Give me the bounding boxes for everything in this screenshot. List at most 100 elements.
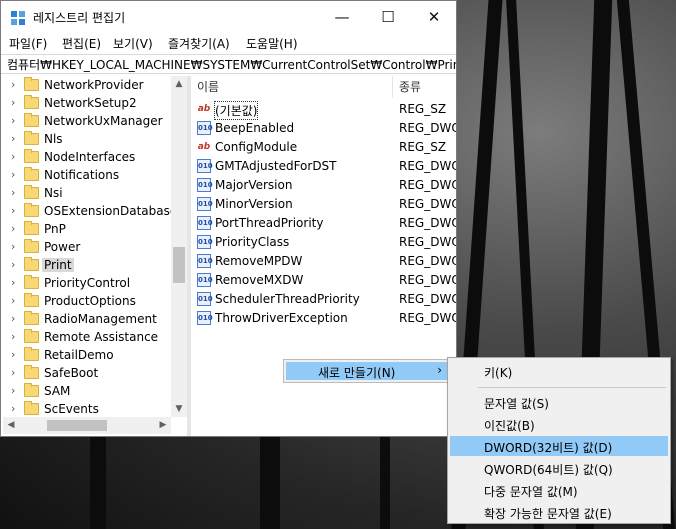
value-row[interactable]: 010SchedulerThreadPriority REG_DWORD xyxy=(191,290,456,309)
scroll-down-arrow-icon[interactable]: ▼ xyxy=(171,401,187,417)
expand-chevron-icon[interactable]: › xyxy=(11,312,15,325)
tree-item-label: SafeBoot xyxy=(44,366,99,380)
folder-icon xyxy=(24,311,39,325)
scroll-left-arrow-icon[interactable]: ◀ xyxy=(3,417,19,434)
tree-item-label: OSExtensionDatabase xyxy=(44,204,178,218)
tree-item[interactable]: › RetailDemo xyxy=(3,347,171,365)
menu-view[interactable]: 보기(V) xyxy=(113,35,153,52)
tree-horizontal-scrollbar[interactable]: ◀ ▶ xyxy=(3,417,171,434)
expand-chevron-icon[interactable]: › xyxy=(11,384,15,397)
tree-item[interactable]: › SAM xyxy=(3,383,171,401)
tree-item[interactable]: › Notifications xyxy=(3,167,171,185)
expand-chevron-icon[interactable]: › xyxy=(11,222,15,235)
expand-chevron-icon[interactable]: › xyxy=(11,366,15,379)
value-row[interactable]: 010BeepEnabled REG_DWORD xyxy=(191,119,456,138)
binary-value-icon: 010 xyxy=(197,235,213,249)
folder-icon xyxy=(24,113,39,127)
tree-item[interactable]: › SafeBoot xyxy=(3,365,171,383)
tree-item[interactable]: › NodeInterfaces xyxy=(3,149,171,167)
tree-item-label: NodeInterfaces xyxy=(44,150,136,164)
folder-icon xyxy=(24,275,39,289)
submenu-item[interactable]: QWORD(64비트) 값(Q) xyxy=(450,458,668,478)
expand-chevron-icon[interactable]: › xyxy=(11,186,15,199)
menu-favorites[interactable]: 즐겨찾기(A) xyxy=(168,35,230,52)
expand-chevron-icon[interactable]: › xyxy=(11,348,15,361)
tree-item[interactable]: › Nsi xyxy=(3,185,171,203)
value-row[interactable]: 010RemoveMXDW REG_DWORD xyxy=(191,271,456,290)
expand-chevron-icon[interactable]: › xyxy=(11,78,15,91)
scroll-thumb[interactable] xyxy=(173,247,185,283)
submenu-item[interactable]: 다중 문자열 값(M) xyxy=(450,480,668,500)
submenu-item[interactable]: 이진값(B) xyxy=(450,414,668,434)
folder-icon xyxy=(24,293,39,307)
folder-icon xyxy=(24,167,39,181)
menu-bar: 파일(F) 편집(E) 보기(V) 즐겨찾기(A) 도움말(H) xyxy=(1,33,456,53)
tree-item-label: SAM xyxy=(44,384,71,398)
value-row[interactable]: ab ConfigModule REG_SZ xyxy=(191,138,456,157)
expand-chevron-icon[interactable]: › xyxy=(11,150,15,163)
expand-chevron-icon[interactable]: › xyxy=(11,204,15,217)
value-type: REG_DWORD xyxy=(399,292,456,306)
value-name: RemoveMXDW xyxy=(215,273,304,287)
scroll-up-arrow-icon[interactable]: ▲ xyxy=(171,76,187,92)
value-row[interactable]: 010MinorVersion REG_DWORD xyxy=(191,195,456,214)
submenu-item-label: 이진값(B) xyxy=(484,419,535,433)
expand-chevron-icon[interactable]: › xyxy=(11,276,15,289)
maximize-button[interactable]: ☐ xyxy=(365,1,411,33)
folder-icon xyxy=(24,383,39,397)
submenu-item[interactable]: 키(K) xyxy=(450,361,668,381)
scroll-thumb[interactable] xyxy=(47,420,107,431)
expand-chevron-icon[interactable]: › xyxy=(11,132,15,145)
tree-item[interactable]: › ProductOptions xyxy=(3,293,171,311)
column-header-name[interactable]: 이름 xyxy=(191,76,393,98)
submenu-item[interactable]: DWORD(32비트) 값(D) xyxy=(450,436,668,456)
menu-edit[interactable]: 편집(E) xyxy=(62,35,101,52)
tree-item[interactable]: › Power xyxy=(3,239,171,257)
tree-item-label: Print xyxy=(42,258,74,272)
title-bar[interactable]: 레지스트리 편집기 — ☐ ✕ xyxy=(1,1,456,33)
column-header-type[interactable]: 종류 xyxy=(393,76,456,98)
expand-chevron-icon[interactable]: › xyxy=(11,240,15,253)
value-row[interactable]: 010ThrowDriverException REG_DWORD xyxy=(191,309,456,328)
scroll-right-arrow-icon[interactable]: ▶ xyxy=(155,417,171,434)
value-row[interactable]: ab (기본값) REG_SZ xyxy=(191,100,456,120)
tree-item[interactable]: › NetworkUxManager xyxy=(3,113,171,131)
value-row[interactable]: 010MajorVersion REG_DWORD xyxy=(191,176,456,195)
tree-item-label: ScEvents xyxy=(44,402,99,416)
value-row[interactable]: 010PortThreadPriority REG_DWORD xyxy=(191,214,456,233)
expand-chevron-icon[interactable]: › xyxy=(11,96,15,109)
menu-help[interactable]: 도움말(H) xyxy=(246,35,298,52)
expand-chevron-icon[interactable]: › xyxy=(11,114,15,127)
value-row[interactable]: 010PriorityClass REG_DWORD xyxy=(191,233,456,252)
tree-item[interactable]: › Remote Assistance xyxy=(3,329,171,347)
binary-value-icon: 010 xyxy=(197,254,213,268)
expand-chevron-icon[interactable]: › xyxy=(11,330,15,343)
binary-value-icon: 010 xyxy=(197,197,213,211)
expand-chevron-icon[interactable]: › xyxy=(11,258,15,271)
value-row[interactable]: 010GMTAdjustedForDST REG_DWORD xyxy=(191,157,456,176)
submenu-item-label: QWORD(64비트) 값(Q) xyxy=(484,463,613,477)
tree-item[interactable]: › Nls xyxy=(3,131,171,149)
minimize-button[interactable]: — xyxy=(319,1,365,33)
tree-vertical-scrollbar[interactable]: ▲ ▼ xyxy=(171,76,187,417)
tree-item[interactable]: › NetworkSetup2 xyxy=(3,95,171,113)
key-tree-pane[interactable]: › NetworkProvider › NetworkSetup2 › NetworkUx… xyxy=(3,76,187,434)
expand-chevron-icon[interactable]: › xyxy=(11,294,15,307)
expand-chevron-icon[interactable]: › xyxy=(11,402,15,415)
tree-item[interactable]: › Print xyxy=(3,257,171,275)
tree-item[interactable]: › OSExtensionDatabase xyxy=(3,203,177,221)
menu-file[interactable]: 파일(F) xyxy=(9,35,47,52)
value-name: SchedulerThreadPriority xyxy=(215,292,360,306)
expand-chevron-icon[interactable]: › xyxy=(11,168,15,181)
close-button[interactable]: ✕ xyxy=(411,1,457,33)
folder-icon xyxy=(24,239,39,253)
value-row[interactable]: 010RemoveMPDW REG_DWORD xyxy=(191,252,456,271)
tree-item[interactable]: › RadioManagement xyxy=(3,311,171,329)
tree-item[interactable]: › PriorityControl xyxy=(3,275,171,293)
address-bar[interactable]: 컴퓨터₩HKEY_LOCAL_MACHINE₩SYSTEM₩CurrentCon… xyxy=(1,54,456,74)
submenu-item[interactable]: 확장 가능한 문자열 값(E) xyxy=(450,502,668,522)
value-type: REG_SZ xyxy=(399,102,447,116)
tree-item[interactable]: › PnP xyxy=(3,221,171,239)
tree-item[interactable]: › NetworkProvider xyxy=(3,77,171,95)
submenu-item[interactable]: 문자열 값(S) xyxy=(450,392,668,412)
